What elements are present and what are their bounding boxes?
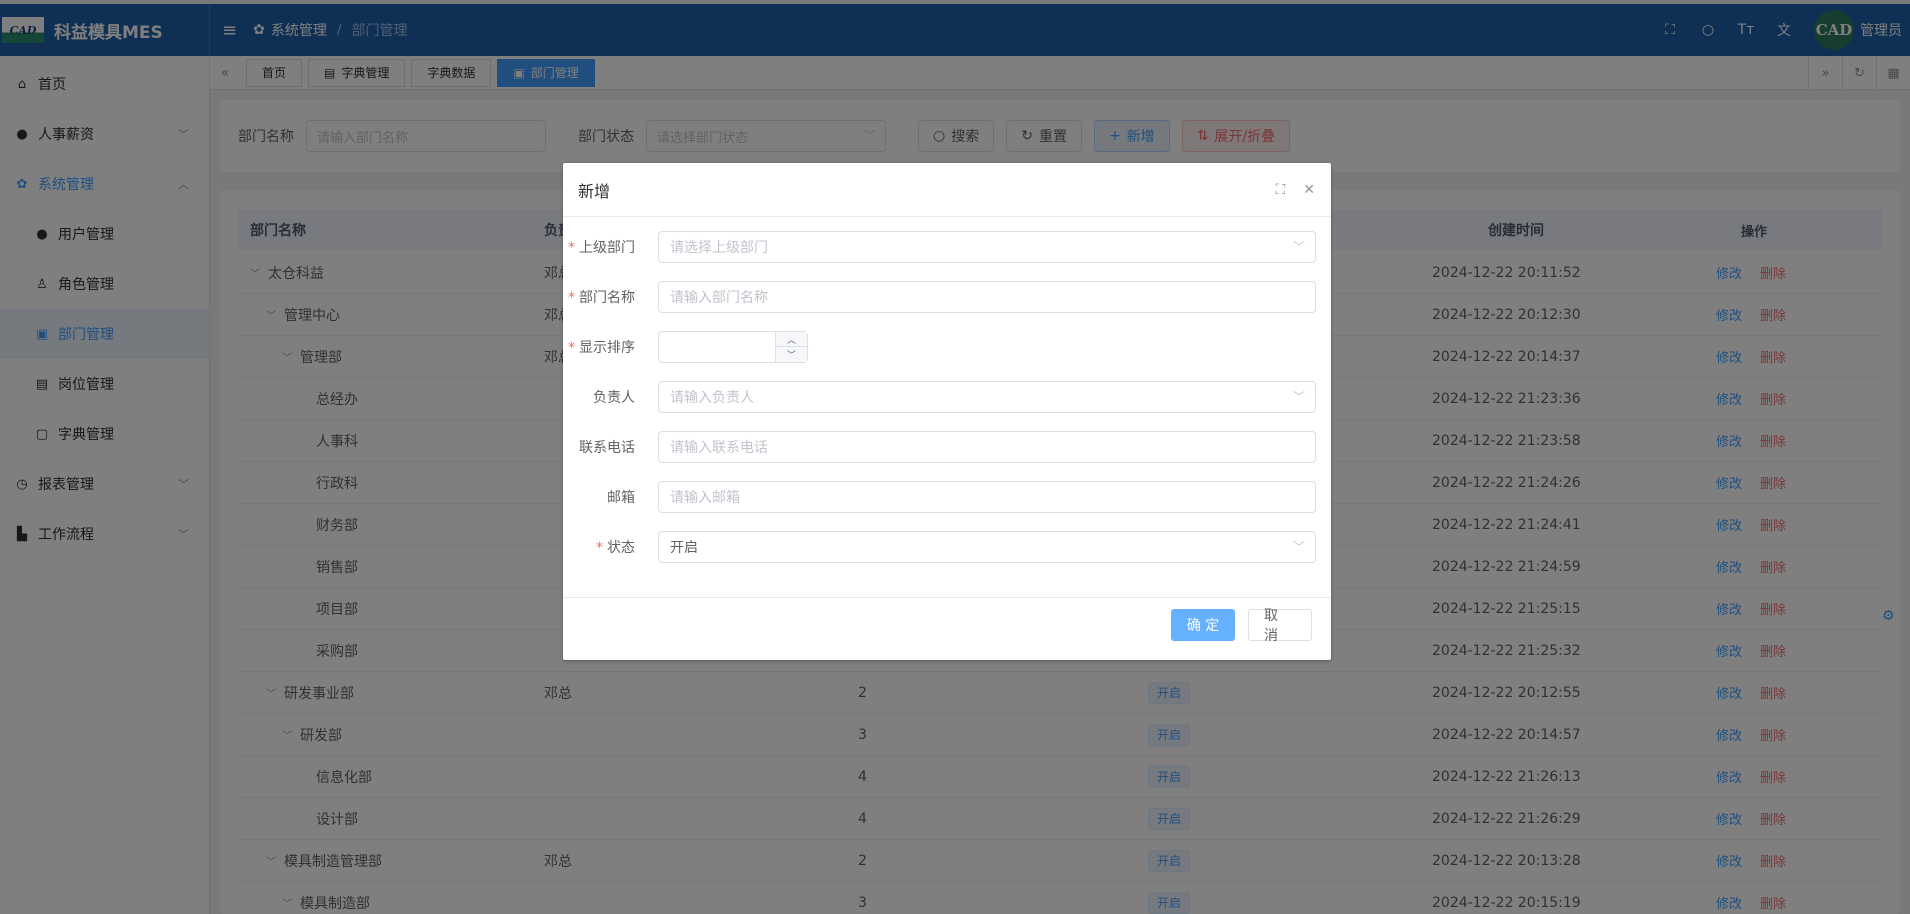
- parent-dept-select[interactable]: 请选择上级部门 ﹀: [658, 231, 1316, 263]
- status-value: 开启: [670, 540, 698, 556]
- email-field[interactable]: 请输入邮箱: [658, 481, 1316, 513]
- dialog-footer: 确 定 取 消: [563, 597, 1331, 660]
- email-label: 邮箱: [607, 490, 635, 506]
- email-row: 邮箱 请输入邮箱: [563, 481, 1331, 513]
- parent-dept-label: * 上级部门: [568, 240, 635, 256]
- leader-placeholder: 请输入负责人: [670, 390, 754, 406]
- status-row: * 状态 开启 ﹀: [563, 531, 1331, 563]
- order-label: * 显示排序: [568, 340, 635, 356]
- phone-field[interactable]: 请输入联系电话: [658, 431, 1316, 463]
- parent-dept-row: * 上级部门 请选择上级部门 ﹀: [563, 231, 1331, 263]
- chevron-down-icon: ﹀: [1292, 390, 1305, 404]
- dialog-header: 新增 ⛶ ✕: [563, 163, 1331, 217]
- order-stepper[interactable]: ︿ ﹀: [658, 331, 808, 363]
- chevron-up-icon[interactable]: ︿: [776, 332, 807, 347]
- dept-name-row: * 部门名称 请输入部门名称: [563, 281, 1331, 313]
- order-row: * 显示排序 ︿ ﹀: [563, 331, 1331, 363]
- dept-name-field[interactable]: 请输入部门名称: [658, 281, 1316, 313]
- leader-label: 负责人: [593, 390, 635, 406]
- maximize-icon[interactable]: ⛶: [1275, 182, 1285, 198]
- leader-select[interactable]: 请输入负责人 ﹀: [658, 381, 1316, 413]
- close-icon[interactable]: ✕: [1303, 182, 1315, 198]
- add-dept-dialog: 新增 ⛶ ✕ * 上级部门 请选择上级部门 ﹀ * 部门名称 请输入部门名称 * 显示…: [563, 163, 1331, 660]
- cancel-button[interactable]: 取 消: [1248, 608, 1312, 644]
- status-label: * 状态: [596, 540, 635, 556]
- chevron-down-icon: ﹀: [1292, 240, 1305, 254]
- dialog-title: 新增: [578, 181, 611, 201]
- parent-dept-placeholder: 请选择上级部门: [670, 240, 768, 256]
- dept-name-form-label: * 部门名称: [568, 290, 635, 306]
- chevron-down-icon[interactable]: ﹀: [776, 347, 807, 362]
- stepper-controls: ︿ ﹀: [775, 332, 807, 362]
- chevron-down-icon: ﹀: [1292, 540, 1305, 554]
- confirm-button[interactable]: 确 定: [1171, 609, 1235, 641]
- status-select[interactable]: 开启 ﹀: [658, 531, 1316, 563]
- phone-row: 联系电话 请输入联系电话: [563, 431, 1331, 463]
- phone-label: 联系电话: [579, 440, 635, 456]
- leader-row: 负责人 请输入负责人 ﹀: [563, 381, 1331, 413]
- dialog-tools: ⛶ ✕: [1275, 163, 1315, 217]
